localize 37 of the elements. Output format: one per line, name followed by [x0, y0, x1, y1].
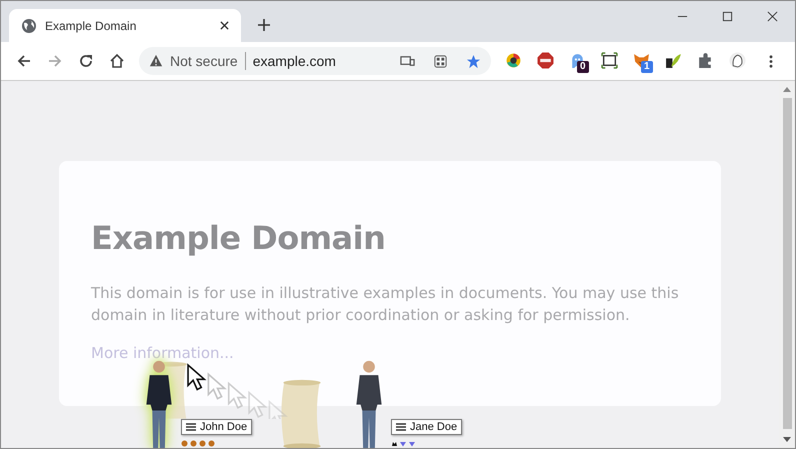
tab-title: Example Domain — [45, 18, 138, 32]
menu-icon[interactable] — [396, 423, 406, 431]
avatar-name: John Doe — [200, 421, 248, 433]
maximize-icon[interactable] — [722, 11, 733, 22]
address-bar[interactable]: Not secure example.com — [139, 47, 491, 75]
status-dots-icon — [181, 440, 215, 447]
screen-frame-icon[interactable] — [601, 52, 618, 69]
home-icon[interactable] — [109, 53, 125, 69]
url-text: example.com — [252, 53, 336, 69]
name-tag[interactable]: John Doe — [181, 419, 252, 435]
avatar-name: Jane Doe — [410, 421, 458, 433]
count-badge: 1 — [641, 61, 653, 73]
close-icon[interactable] — [220, 21, 229, 30]
devices-icon[interactable] — [400, 54, 415, 68]
star-icon[interactable] — [466, 54, 481, 68]
scrollbar-thumb[interactable] — [782, 98, 792, 429]
scroll-down-icon[interactable] — [783, 437, 791, 442]
new-tab-icon[interactable] — [258, 19, 270, 31]
puzzle-icon[interactable] — [697, 52, 714, 69]
leaf-icon[interactable] — [665, 52, 682, 69]
page-heading: Example Domain — [91, 219, 386, 257]
globe-icon — [21, 18, 37, 34]
menu-icon[interactable] — [769, 54, 773, 68]
browser-tab[interactable]: Example Domain — [9, 9, 241, 42]
name-tag[interactable]: Jane Doe — [391, 419, 462, 435]
page-paragraph: This domain is for use in illustrative examples in documents. You may use this domain in literature without prior coordination or asking for permission. — [91, 283, 680, 326]
security-label: Not secure — [170, 53, 238, 69]
scroll-up-icon[interactable] — [783, 87, 791, 92]
menu-icon[interactable] — [186, 423, 196, 431]
close-icon[interactable] — [767, 11, 778, 22]
gems-icon — [391, 440, 417, 447]
stop-sign-icon[interactable] — [537, 52, 554, 69]
warning-icon — [149, 54, 163, 68]
reload-icon[interactable] — [78, 53, 94, 69]
back-icon[interactable] — [16, 53, 32, 69]
count-badge: 0 — [577, 61, 589, 73]
grid-icon[interactable] — [433, 54, 448, 68]
